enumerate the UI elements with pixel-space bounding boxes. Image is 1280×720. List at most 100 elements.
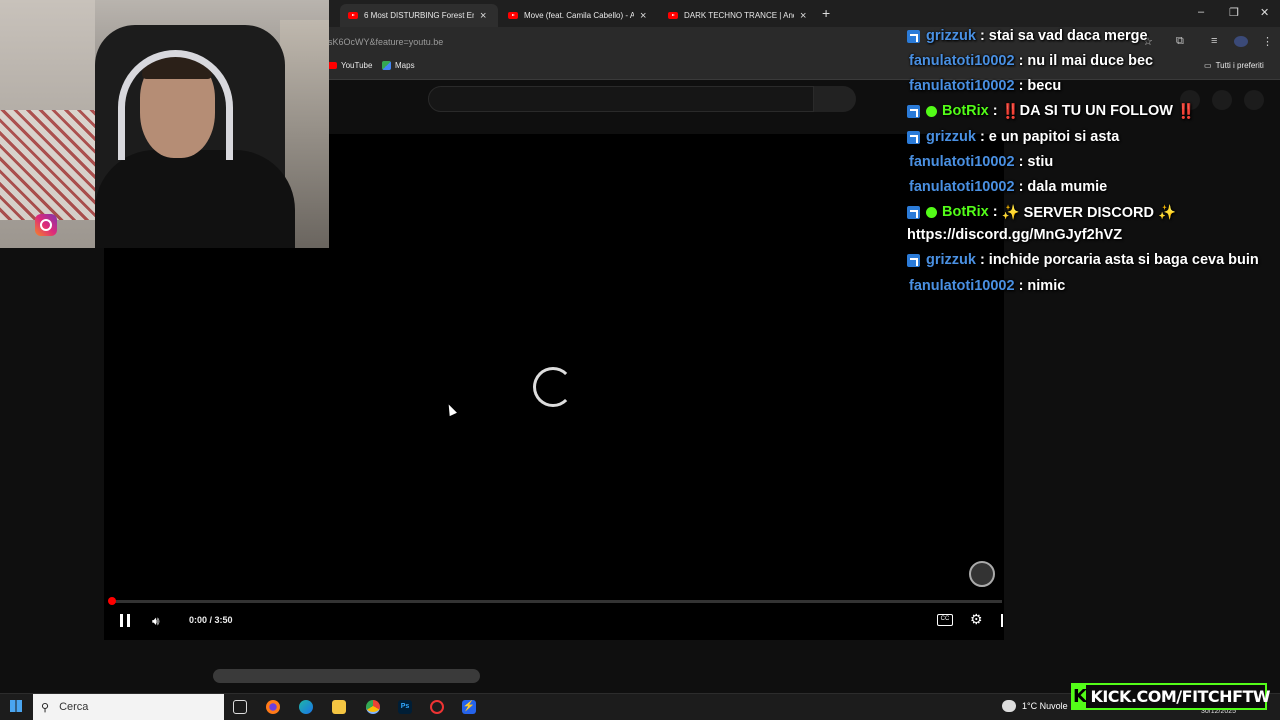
- chrome-icon[interactable]: [366, 700, 380, 714]
- youtube-icon: [668, 12, 678, 19]
- youtube-icon: [348, 12, 358, 19]
- chat-text: e un papitoi si asta: [988, 129, 1120, 145]
- chat-username[interactable]: grizzuk: [926, 129, 976, 145]
- chat-username[interactable]: BotRix: [942, 103, 989, 119]
- bookmark-youtube[interactable]: YouTube: [328, 61, 372, 70]
- notifications-icon[interactable]: [1212, 90, 1232, 110]
- horizontal-scrollbar[interactable]: [213, 669, 480, 683]
- chat-username[interactable]: fanulatoti10002: [909, 179, 1015, 195]
- volume-icon[interactable]: 🔊︎: [152, 614, 160, 629]
- chat-text: becu: [1027, 78, 1062, 94]
- tab-forest[interactable]: 6 Most DISTURBING Forest Enc ×: [340, 4, 498, 27]
- kick-channel-banner: K KICK.COM/FITCHFTW: [1071, 683, 1271, 710]
- bookmark-label: Maps: [395, 61, 415, 70]
- subtitles-icon[interactable]: CC: [937, 614, 953, 626]
- chat-username[interactable]: fanulatoti10002: [909, 278, 1015, 294]
- chat-emoji: ‼️: [1001, 103, 1020, 120]
- time-display: 0:00 / 3:50: [189, 615, 233, 625]
- settings-gear-icon[interactable]: ⚙: [970, 611, 983, 628]
- tab-techno[interactable]: DARK TECHNO TRANCE | Andr ×: [660, 4, 818, 27]
- minimize-icon[interactable]: –: [1198, 6, 1204, 18]
- webcam-overlay: [0, 0, 329, 248]
- loading-spinner-icon: [533, 367, 573, 407]
- verified-icon: [926, 105, 937, 117]
- chat-separator: :: [1018, 278, 1024, 294]
- chat-username[interactable]: fanulatoti10002: [909, 154, 1015, 170]
- close-tab-icon[interactable]: ×: [800, 10, 806, 22]
- task-view-icon[interactable]: [233, 700, 247, 714]
- profile-avatar[interactable]: [1234, 36, 1248, 47]
- youtube-search-button[interactable]: [814, 86, 856, 112]
- chat-message: grizzuk: e un papitoi si asta: [907, 127, 1119, 147]
- chat-emoji: ‼️: [1176, 103, 1196, 120]
- youtube-icon: [328, 62, 337, 69]
- chat-message: fanulatoti10002: nu il mai duce bec: [907, 51, 1153, 71]
- tab-title: DARK TECHNO TRANCE | Andr: [684, 11, 794, 20]
- chat-username[interactable]: BotRix: [942, 204, 989, 220]
- youtube-search-input[interactable]: [428, 86, 814, 112]
- chat-separator: :: [979, 129, 985, 145]
- chat-badge-icon: [907, 253, 920, 267]
- extensions-icon[interactable]: ⧉: [1176, 35, 1184, 48]
- chat-username[interactable]: fanulatoti10002: [909, 53, 1015, 69]
- chat-message: fanulatoti10002: dala mumie: [907, 177, 1107, 197]
- close-tab-icon[interactable]: ×: [480, 10, 486, 22]
- menu-icon[interactable]: ⋮: [1262, 35, 1273, 48]
- progress-scrubber[interactable]: [108, 597, 116, 605]
- firefox-icon[interactable]: [266, 700, 280, 714]
- taskbar-search[interactable]: ⚲ Cerca: [33, 694, 224, 720]
- search-icon: ⚲: [41, 701, 50, 714]
- chat-username[interactable]: grizzuk: [926, 28, 976, 44]
- kick-logo-icon: K: [1073, 685, 1087, 708]
- account-avatar[interactable]: [1244, 90, 1264, 110]
- obs-icon[interactable]: [430, 700, 444, 714]
- chat-username[interactable]: fanulatoti10002: [909, 78, 1015, 94]
- new-tab-button[interactable]: +: [822, 5, 830, 21]
- chat-text: https://discord.gg/MnGJyf2hVZ: [907, 227, 1123, 243]
- chat-separator: :: [1018, 53, 1024, 69]
- channel-watermark-icon[interactable]: [969, 561, 995, 587]
- tab-title: 6 Most DISTURBING Forest Enc: [364, 11, 474, 20]
- chat-badge-icon: [907, 104, 920, 118]
- restore-icon[interactable]: ❐: [1229, 6, 1239, 19]
- weather-widget[interactable]: 1°C Nuvole: [1002, 700, 1068, 712]
- chat-text: DA SI TU UN FOLLOW: [1019, 103, 1173, 119]
- tab-move[interactable]: Move (feat. Camila Cabello) - A ×: [500, 4, 658, 27]
- chat-separator: :: [1018, 179, 1024, 195]
- progress-bar[interactable]: [110, 600, 1002, 603]
- file-explorer-icon[interactable]: [332, 700, 346, 714]
- close-window-icon[interactable]: ✕: [1260, 6, 1269, 19]
- pause-icon[interactable]: [120, 614, 130, 627]
- chat-separator: :: [992, 204, 998, 220]
- chat-text: stai sa vad daca merge: [988, 28, 1148, 44]
- chat-username[interactable]: grizzuk: [926, 252, 976, 268]
- chat-badge-icon: [907, 29, 920, 43]
- headphones: [118, 50, 233, 160]
- bookmark-maps[interactable]: Maps: [382, 61, 415, 70]
- chat-message: grizzuk: stai sa vad daca merge: [907, 26, 1148, 46]
- chat-separator: :: [979, 252, 985, 268]
- media-icon[interactable]: ≡: [1211, 35, 1217, 47]
- chat-text: dala mumie: [1027, 179, 1108, 195]
- url-field[interactable]: sK6OcWY&feature=youtu.be: [328, 37, 443, 47]
- weather-text: 1°C Nuvole: [1022, 701, 1068, 711]
- lightning-app-icon[interactable]: ⚡: [462, 700, 476, 714]
- windows-start-icon[interactable]: [10, 700, 22, 712]
- chat-separator: :: [1018, 78, 1024, 94]
- chat-text: nu il mai duce bec: [1027, 53, 1154, 69]
- chat-separator: :: [992, 103, 998, 119]
- chat-separator: :: [1018, 154, 1024, 170]
- chat-badge-icon: [907, 130, 920, 144]
- close-tab-icon[interactable]: ×: [640, 10, 646, 22]
- chat-text: nimic: [1027, 278, 1066, 294]
- chat-text: ✨ SERVER DISCORD ✨: [1001, 204, 1177, 221]
- edge-icon[interactable]: [299, 700, 313, 714]
- all-bookmarks[interactable]: ▭ Tutti i preferiti: [1204, 61, 1264, 70]
- photoshop-icon[interactable]: Ps: [398, 700, 412, 714]
- chat-badge-icon: [907, 205, 920, 219]
- instagram-icon: [35, 214, 57, 236]
- chat-message: BotRix: ‼️ DA SI TU UN FOLLOW ‼️: [907, 101, 1195, 121]
- verified-icon: [926, 206, 937, 218]
- chat-message: BotRix: ✨ SERVER DISCORD ✨: [907, 202, 1176, 222]
- chat-message: fanulatoti10002: becu: [907, 76, 1061, 96]
